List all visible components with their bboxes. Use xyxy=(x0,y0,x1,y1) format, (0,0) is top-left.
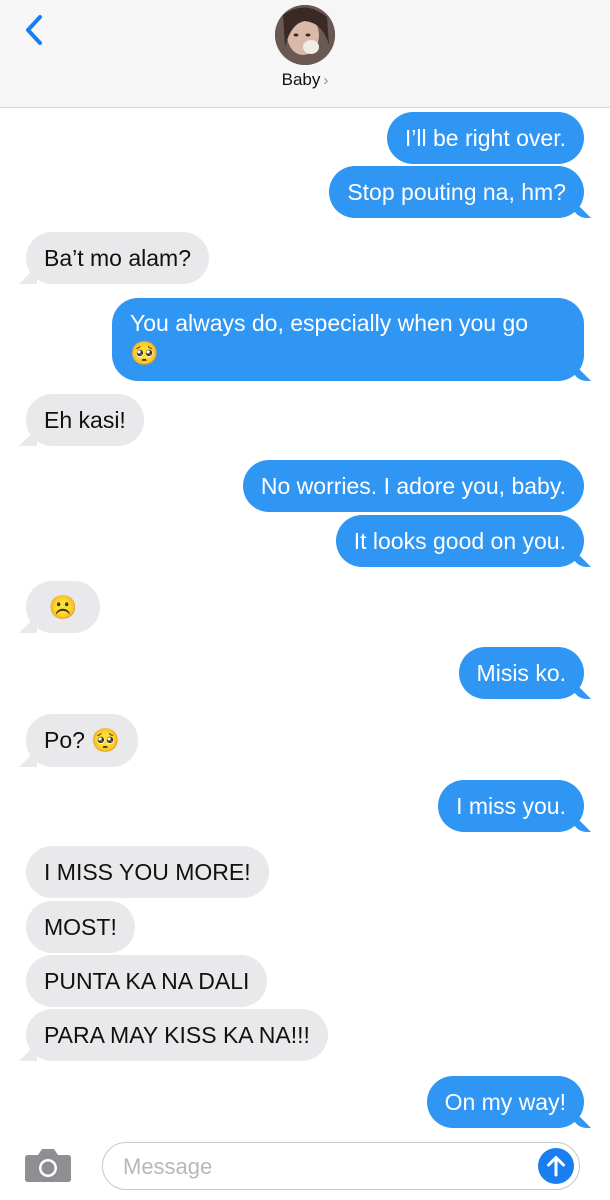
message-text: You always do, especially when you go xyxy=(130,310,529,336)
pleading-face-emoji: 🥺 xyxy=(130,341,159,367)
message-input[interactable]: Message xyxy=(102,1142,580,1190)
message-bubble-outgoing[interactable]: I miss you. xyxy=(438,780,584,832)
message-bubble-incoming[interactable]: Eh kasi! xyxy=(26,394,144,446)
avatar[interactable] xyxy=(275,5,335,65)
message-bubble-incoming[interactable]: MOST! xyxy=(26,901,135,953)
chevron-right-icon: › xyxy=(323,72,329,89)
message-bubble-incoming[interactable]: PUNTA KA NA DALI xyxy=(26,955,268,1007)
message-text: Ba’t mo alam? xyxy=(44,245,192,271)
message-text: I’ll be right over. xyxy=(404,125,566,151)
message-text: I MISS YOU MORE! xyxy=(44,859,251,885)
message-text: I miss you. xyxy=(456,793,566,819)
chevron-left-icon xyxy=(26,15,42,45)
message-bubble-outgoing[interactable]: No worries. I adore you, baby. xyxy=(242,460,584,512)
message-text: No worries. I adore you, baby. xyxy=(260,473,566,499)
message-bubble-incoming[interactable]: Po? 🥺 xyxy=(26,714,138,767)
message-bubble-incoming[interactable]: PARA MAY KISS KA NA!!! xyxy=(26,1009,328,1061)
back-button[interactable] xyxy=(20,12,52,48)
message-bubble-outgoing[interactable]: I’ll be right over. xyxy=(386,112,584,164)
message-text: MOST! xyxy=(44,914,117,940)
message-text: Misis ko. xyxy=(476,660,566,686)
message-text: Stop pouting na, hm? xyxy=(347,179,566,205)
arrow-up-icon xyxy=(547,1156,565,1177)
message-bubble-incoming[interactable]: I MISS YOU MORE! xyxy=(26,846,269,898)
message-bubble-outgoing[interactable]: On my way! xyxy=(426,1076,584,1128)
message-composer: Message xyxy=(0,1130,610,1200)
message-bubble-outgoing[interactable]: Stop pouting na, hm? xyxy=(329,166,584,218)
message-bubble-incoming[interactable]: ☹️ xyxy=(26,581,100,633)
message-placeholder: Message xyxy=(123,1154,213,1179)
contact-name: Baby xyxy=(281,70,321,89)
message-text: PARA MAY KISS KA NA!!! xyxy=(44,1022,310,1048)
pleading-face-emoji: 🥺 xyxy=(91,728,120,754)
send-button[interactable] xyxy=(538,1148,574,1184)
camera-button[interactable] xyxy=(24,1147,72,1183)
conversation-header: Baby › xyxy=(0,0,610,108)
contact-photo-icon xyxy=(275,5,335,65)
message-bubble-incoming[interactable]: Ba’t mo alam? xyxy=(26,232,210,284)
message-bubble-outgoing[interactable]: Misis ko. xyxy=(458,647,584,699)
frowning-face-emoji: ☹️ xyxy=(48,595,78,621)
message-text: Po? xyxy=(44,727,85,753)
contact-name-button[interactable]: Baby › xyxy=(0,70,610,90)
message-bubble-outgoing[interactable]: It looks good on you. xyxy=(335,515,584,567)
camera-icon xyxy=(25,1149,71,1182)
message-bubble-outgoing[interactable]: You always do, especially when you go 🥺 xyxy=(112,298,584,381)
message-text: Eh kasi! xyxy=(44,407,126,433)
message-text: On my way! xyxy=(444,1089,566,1115)
message-text: PUNTA KA NA DALI xyxy=(44,968,250,994)
message-text: It looks good on you. xyxy=(353,528,566,554)
